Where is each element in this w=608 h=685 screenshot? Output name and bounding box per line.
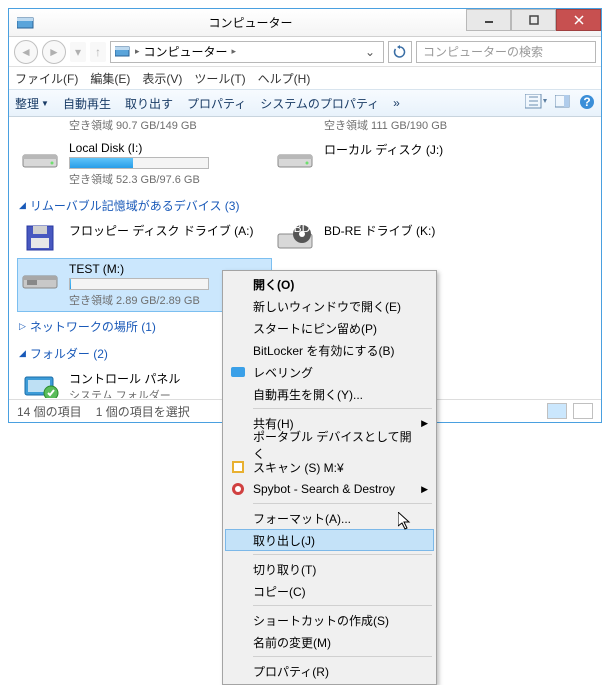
menu-tools[interactable]: ツール(T) [194, 70, 245, 87]
forward-button[interactable]: ► [42, 40, 66, 64]
ctx-properties[interactable]: プロパティ(R) [225, 660, 434, 682]
tb-sysprops[interactable]: システムのプロパティ [260, 95, 379, 112]
breadcrumb-sep: ▸ [135, 46, 140, 57]
ctx-bitlocker[interactable]: BitLocker を有効にする(B) [225, 339, 434, 361]
svg-text:?: ? [583, 95, 590, 109]
address-bar: ◄ ► ▾ ↑ ▸ コンピューター ▸ ⌄ コンピューターの検索 [9, 37, 601, 67]
ctx-cut[interactable]: 切り取り(T) [225, 558, 434, 580]
hdd-icon [21, 141, 61, 173]
ctx-separator [253, 554, 432, 555]
ctx-scan[interactable]: スキャン (S) M:¥ [225, 456, 434, 478]
hdd-icon [276, 141, 316, 173]
drive-local-i[interactable]: Local Disk (I:) 空き領域 52.3 GB/97.6 GB [17, 137, 272, 191]
toolbar: 整理 ▼ 自動再生 取り出す プロパティ システムのプロパティ » ? [9, 89, 601, 117]
spybot-icon [230, 481, 246, 497]
ctx-format[interactable]: フォーマット(A)... [225, 507, 434, 529]
tb-autoplay[interactable]: 自動再生 [63, 95, 111, 112]
ctx-spybot[interactable]: Spybot - Search & Destroy▶ [225, 478, 434, 500]
ctx-separator [253, 656, 432, 657]
breadcrumb-item[interactable]: コンピューター [144, 43, 228, 60]
refresh-button[interactable] [388, 41, 412, 63]
ctx-copy[interactable]: コピー(C) [225, 580, 434, 602]
up-button[interactable]: ↑ [90, 42, 106, 62]
minimize-button[interactable] [466, 9, 511, 31]
scan-icon [230, 459, 246, 475]
maximize-button[interactable] [511, 9, 556, 31]
app-icon [17, 16, 35, 30]
tb-more[interactable]: » [393, 96, 400, 110]
status-count: 14 個の項目 [17, 403, 82, 420]
ctx-autoplay[interactable]: 自動再生を開く(Y)... [225, 383, 434, 405]
ctx-separator [253, 605, 432, 606]
controlpanel-icon [21, 371, 61, 399]
capacity-bar [69, 157, 209, 169]
menubar: ファイル(F) 編集(E) 表示(V) ツール(T) ヘルプ(H) [9, 67, 601, 89]
drive-bdre[interactable]: BD BD-RE ドライブ (K:) [272, 218, 527, 258]
ctx-separator [253, 503, 432, 504]
group-removable[interactable]: ◢リムーバブル記憶域があるデバイス (3) [17, 191, 593, 218]
titlebar: コンピューター [9, 9, 601, 37]
view-large-button[interactable] [573, 403, 593, 419]
drive-floppy[interactable]: フロッピー ディスク ドライブ (A:) [17, 218, 272, 258]
close-button[interactable] [556, 9, 601, 31]
svg-text:BD: BD [294, 222, 311, 235]
ctx-open[interactable]: 開く(O) [225, 273, 434, 295]
computer-icon [115, 45, 131, 59]
floppy-icon [21, 222, 61, 254]
leveling-icon [230, 364, 246, 380]
menu-file[interactable]: ファイル(F) [15, 70, 78, 87]
menu-view[interactable]: 表示(V) [142, 70, 182, 87]
search-input[interactable]: コンピューターの検索 [416, 41, 596, 63]
drive-local-j[interactable]: ローカル ディスク (J:) [272, 137, 527, 191]
tb-eject[interactable]: 取り出す [125, 95, 173, 112]
tb-properties[interactable]: プロパティ [187, 95, 246, 112]
address-box[interactable]: ▸ コンピューター ▸ ⌄ [110, 41, 384, 63]
tb-help-icon[interactable]: ? [579, 94, 595, 113]
ctx-portable[interactable]: ポータブル デバイスとして開く [225, 434, 434, 456]
ctx-pinstart[interactable]: スタートにピン留め(P) [225, 317, 434, 339]
menu-help[interactable]: ヘルプ(H) [258, 70, 311, 87]
tb-organize[interactable]: 整理 ▼ [15, 95, 49, 112]
breadcrumb-sep: ▸ [232, 46, 237, 57]
context-menu: 開く(O) 新しいウィンドウで開く(E) スタートにピン留め(P) BitLoc… [222, 270, 437, 685]
ctx-leveling[interactable]: レベリング [225, 361, 434, 383]
address-dropdown[interactable]: ⌄ [361, 45, 379, 59]
ctx-rename[interactable]: 名前の変更(M) [225, 631, 434, 653]
drive-item[interactable]: 空き領域 111 GB/190 GB [272, 117, 527, 137]
capacity-bar [69, 278, 209, 290]
drive-item[interactable]: 空き領域 90.7 GB/149 GB [17, 117, 272, 137]
removable-icon [21, 262, 61, 294]
window-title: コンピューター [35, 14, 466, 31]
status-selected: 1 個の項目を選択 [96, 403, 190, 420]
view-details-button[interactable] [547, 403, 567, 419]
back-button[interactable]: ◄ [14, 40, 38, 64]
menu-edit[interactable]: 編集(E) [90, 70, 130, 87]
ctx-eject[interactable]: 取り出し(J) [225, 529, 434, 551]
ctx-shortcut[interactable]: ショートカットの作成(S) [225, 609, 434, 631]
tb-viewmode-icon[interactable] [525, 94, 547, 113]
bd-icon: BD [276, 222, 316, 254]
ctx-separator [253, 408, 432, 409]
ctx-newwindow[interactable]: 新しいウィンドウで開く(E) [225, 295, 434, 317]
tb-preview-icon[interactable] [555, 95, 571, 112]
recent-dropdown[interactable]: ▾ [70, 42, 86, 62]
